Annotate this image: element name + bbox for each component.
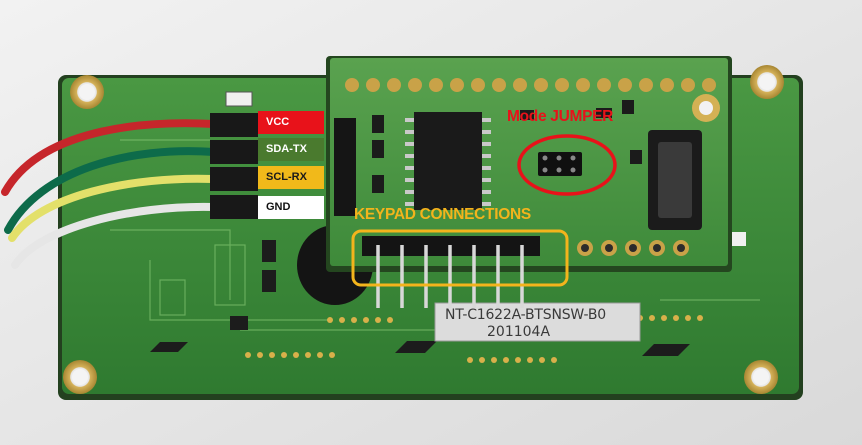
keypad-connections-label: KEYPAD CONNECTIONS — [354, 206, 531, 223]
lcd-backpack-photo: VCC SDA-TX SCL-RX GND KEYPAD CONNECTIONS… — [0, 0, 862, 445]
scl-rx-label: SCL-RX — [258, 166, 324, 189]
mounting-hole — [70, 75, 104, 109]
mounting-hole — [744, 360, 778, 394]
ic-chip — [405, 112, 491, 210]
gnd-label: GND — [258, 196, 324, 219]
mounting-hole — [750, 65, 784, 99]
side-header — [334, 118, 356, 216]
mode-jumper-label: Mode JUMPER — [507, 108, 614, 125]
date-code-text: 201104A — [487, 324, 551, 340]
part-number-text: NT-C1622A-BTSNSW-B0 — [445, 307, 606, 323]
mounting-hole — [63, 360, 97, 394]
sda-tx-label: SDA-TX — [258, 138, 324, 161]
vcc-label: VCC — [258, 111, 324, 134]
